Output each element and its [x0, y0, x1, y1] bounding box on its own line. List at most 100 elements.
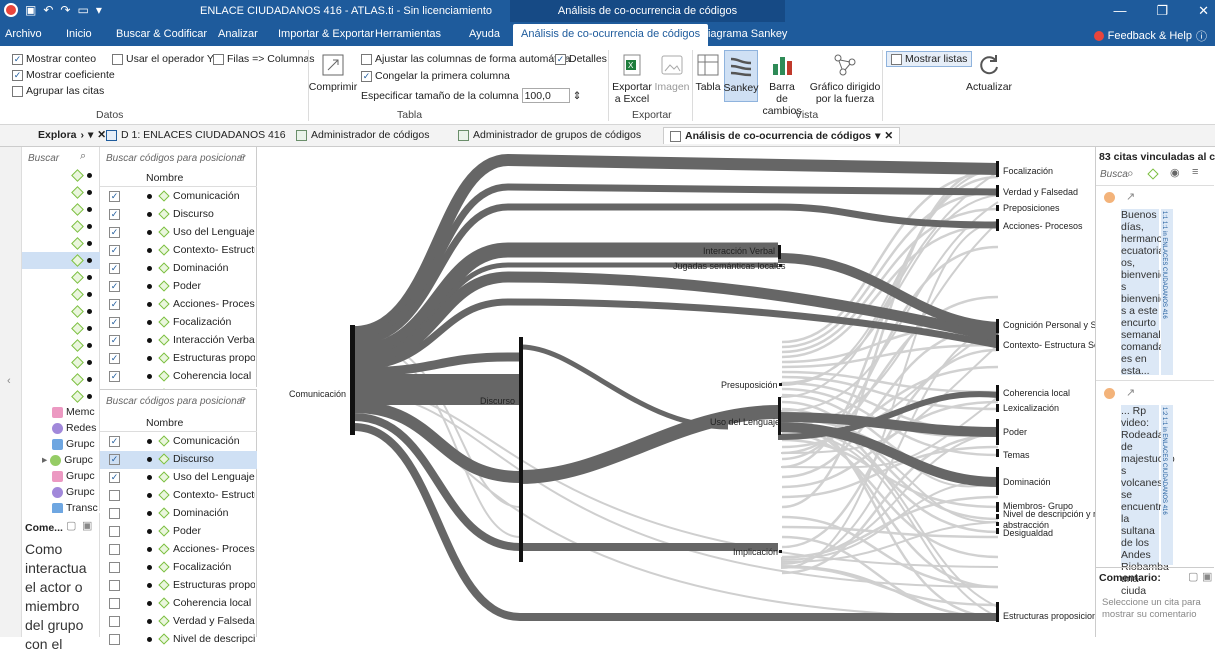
code-checkbox[interactable]: ✓: [109, 353, 120, 364]
node-nivel[interactable]: [996, 514, 999, 519]
list-header-top[interactable]: Nombre: [100, 169, 257, 187]
code-list-row[interactable]: ✓ Estructuras propos: [100, 350, 257, 368]
col-size-input[interactable]: 100,0: [521, 88, 570, 103]
edit-icon[interactable]: ▢: [66, 519, 76, 532]
code-checkbox[interactable]: ✓: [109, 281, 120, 292]
node-acciones-procesos[interactable]: [996, 219, 999, 231]
view-sankey-button[interactable]: Sankey: [723, 50, 759, 102]
code-checkbox[interactable]: [109, 616, 120, 627]
explorer-entity[interactable]: Grupc: [52, 486, 95, 498]
node-presuposicion[interactable]: [779, 383, 782, 386]
show-count-checkbox[interactable]: ✓ Mostrar conteo: [12, 53, 96, 65]
code-checkbox[interactable]: [109, 580, 120, 591]
export-excel-button[interactable]: X Exportar a Excel: [612, 52, 652, 105]
search-icon[interactable]: ⌕: [1127, 166, 1134, 181]
explorer-code-row[interactable]: [22, 235, 100, 252]
code-checkbox[interactable]: [109, 544, 120, 555]
tab-analysis[interactable]: Análisis de co-ocurrencia de códigos ▾ ✕: [663, 127, 901, 144]
edit-comment-icon[interactable]: ▢: [1188, 570, 1198, 583]
code-checkbox[interactable]: ✓: [109, 371, 120, 382]
explorer-code-row[interactable]: [22, 167, 100, 184]
code-list-row[interactable]: ✓ Comunicación: [100, 188, 257, 206]
node-contexto[interactable]: [996, 335, 999, 351]
tab-diagrama-sankey[interactable]: Diagrama Sankey: [700, 28, 787, 40]
code-list-row[interactable]: ✓ Uso del Lenguaje: [100, 469, 257, 487]
tab-analizar[interactable]: Analizar: [218, 28, 258, 40]
explorer-entity[interactable]: ▸ Grupc: [42, 454, 93, 466]
explorer-code-row[interactable]: [22, 269, 100, 286]
tab-buscar-codificar[interactable]: Buscar & Codificar: [116, 28, 207, 40]
view-force-graph-button[interactable]: Gráfico dirigido por la fuerza: [805, 52, 885, 105]
node-lexicalizacion[interactable]: [996, 404, 999, 412]
code-checkbox[interactable]: ✓: [109, 245, 120, 256]
node-comunicacion[interactable]: [350, 325, 355, 435]
code-list-row[interactable]: ✓ Coherencia local: [100, 368, 257, 386]
code-list-row[interactable]: ✓ Interacción Verbal: [100, 332, 257, 350]
minimize-icon[interactable]: —: [1113, 3, 1126, 19]
details-checkbox[interactable]: ✓ Detalles: [555, 53, 607, 65]
explorer-code-row[interactable]: [22, 252, 100, 269]
menu-icon[interactable]: ≡: [1192, 166, 1198, 178]
tab-document-d1[interactable]: D 1: ENLACES CIUDADANOS 416: [106, 129, 286, 141]
window-icon[interactable]: ▭: [77, 3, 88, 17]
save-comment-icon[interactable]: ▣: [1202, 570, 1212, 583]
code-checkbox[interactable]: [109, 634, 120, 645]
view-table-button[interactable]: Tabla: [695, 52, 721, 93]
node-desigualdad[interactable]: [996, 528, 999, 534]
search-icon[interactable]: ⌕: [240, 393, 246, 406]
tab-inicio[interactable]: Inicio: [66, 28, 92, 40]
code-checkbox[interactable]: [109, 490, 120, 501]
code-checkbox[interactable]: ✓: [109, 335, 120, 346]
refresh-button[interactable]: Actualizar: [958, 52, 1020, 93]
tab-ayuda[interactable]: Ayuda: [469, 28, 500, 40]
explorer-entity[interactable]: Redes: [52, 422, 96, 434]
node-preposiciones[interactable]: [996, 205, 999, 211]
expand-icon[interactable]: ▸: [42, 454, 47, 466]
code-list-row[interactable]: ✓ Contexto- Estructu: [100, 242, 257, 260]
show-coef-checkbox[interactable]: ✓ Mostrar coeficiente: [12, 69, 115, 81]
rows-cols-checkbox[interactable]: Filas => Columnas: [213, 53, 315, 65]
tab-admin-codes[interactable]: Administrador de códigos: [296, 129, 429, 141]
close-tab-icon[interactable]: ✕: [97, 129, 106, 141]
node-focalizacion[interactable]: [996, 161, 999, 177]
code-list-row[interactable]: ✓ Focalización: [100, 314, 257, 332]
redo-icon[interactable]: ↷: [60, 3, 70, 17]
code-list-row[interactable]: Estructuras propos: [100, 577, 257, 595]
code-list-row[interactable]: ✓ Acciones- Procesos: [100, 296, 257, 314]
code-checkbox[interactable]: [109, 526, 120, 537]
explorer-entity[interactable]: Grupc: [52, 470, 95, 482]
search-icon[interactable]: ⌕: [240, 150, 246, 163]
export-image-button[interactable]: Imagen: [654, 52, 690, 93]
save-icon[interactable]: ▣: [25, 3, 36, 17]
node-dominacion[interactable]: [996, 467, 999, 495]
explorer-code-row[interactable]: [22, 354, 100, 371]
tab-archivo[interactable]: Archivo: [5, 28, 42, 40]
code-list-row[interactable]: Verdad y Falsedad: [100, 613, 257, 631]
explorer-entity[interactable]: Memc: [52, 406, 95, 418]
list-header-bottom[interactable]: Nombre: [100, 414, 257, 432]
code-list-row[interactable]: ✓ Discurso: [100, 206, 257, 224]
node-coherencia[interactable]: [996, 385, 999, 401]
node-discurso[interactable]: [519, 337, 523, 562]
quotes-search[interactable]: Busca: [1100, 169, 1128, 180]
tab-explorer[interactable]: Explora › ▾ ✕: [38, 129, 106, 141]
freeze-col-checkbox[interactable]: ✓ Congelar la primera columna: [361, 70, 510, 82]
quote-2-text[interactable]: ... Rp video: Rodeada de majestuoso s vo…: [1121, 405, 1175, 597]
explorer-code-row[interactable]: [22, 201, 100, 218]
group-quotes-checkbox[interactable]: Agrupar las citas: [12, 85, 104, 97]
eye-icon[interactable]: ◉: [1170, 166, 1180, 179]
view-bar-button[interactable]: Barra de cambios: [762, 52, 802, 117]
node-abstraccion[interactable]: [996, 522, 999, 526]
expand-icon[interactable]: ↗: [1126, 190, 1135, 203]
explorer-code-row[interactable]: [22, 337, 100, 354]
tab-herramientas[interactable]: Herramientas: [375, 28, 441, 40]
expand-icon[interactable]: ↗: [1126, 386, 1135, 399]
explorer-code-row[interactable]: [22, 184, 100, 201]
code-list-row[interactable]: ✓ Dominación: [100, 260, 257, 278]
tab-importar-exportar[interactable]: Importar & Exportar: [278, 28, 374, 40]
code-list-row[interactable]: ✓ Discurso: [100, 451, 257, 469]
customize-qat-icon[interactable]: ▾: [96, 3, 102, 17]
feedback-help[interactable]: Feedback & Help ⓘ: [1093, 28, 1207, 44]
node-estructuras[interactable]: [996, 602, 999, 622]
code-list-row[interactable]: Focalización: [100, 559, 257, 577]
